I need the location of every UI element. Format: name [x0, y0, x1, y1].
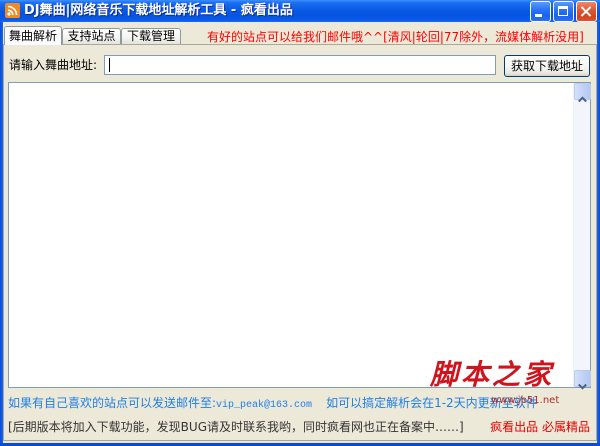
url-field[interactable] — [104, 55, 496, 75]
text-caret — [109, 58, 110, 72]
minimize-button[interactable] — [530, 1, 551, 22]
close-icon — [579, 4, 594, 19]
maximize-icon — [558, 6, 568, 16]
result-textarea[interactable] — [9, 83, 573, 387]
status-slogan: 疯看出品 必属精品 — [490, 420, 590, 434]
rss-icon — [5, 3, 20, 18]
notice-text: 有好的站点可以给我们邮件哦^^[清风|轮回|77除外，流媒体解析没用] — [207, 30, 584, 44]
contact-email: vip_peak@163.com — [216, 400, 313, 411]
tab-supported-sites[interactable]: 支持站点 — [62, 28, 121, 44]
tab-dance-parse[interactable]: 舞曲解析 — [4, 26, 62, 45]
window-title: DJ舞曲|网络音乐下载地址解析工具 - 疯看出品 — [24, 3, 293, 18]
scroll-up-button[interactable] — [574, 83, 591, 103]
contact-info: 如果有自己喜欢的站点可以发送邮件至:vip_peak@163.com 如可以搞定… — [8, 396, 538, 413]
title-bar[interactable]: DJ舞曲|网络音乐下载地址解析工具 - 疯看出品 — [0, 0, 600, 22]
status-message: [后期版本将加入下载功能，发现BUG请及时联系我哟，同时疯看网也正在备案中……] — [8, 420, 464, 434]
app-window: DJ舞曲|网络音乐下载地址解析工具 - 疯看出品 舞曲解析 支持站点 下载管理 … — [0, 0, 600, 446]
scroll-down-arrow-icon — [578, 375, 587, 390]
minimize-icon — [535, 14, 542, 17]
get-download-url-button[interactable]: 获取下载地址 — [504, 55, 590, 77]
contact-update-note: 如可以搞定解析会在1-2天内更新至软件 — [326, 396, 538, 410]
scroll-up-arrow-icon — [578, 88, 587, 103]
tab-download-manager[interactable]: 下载管理 — [121, 28, 181, 44]
url-input[interactable] — [104, 55, 496, 75]
contact-email-prompt: 如果有自己喜欢的站点可以发送邮件至: — [8, 396, 217, 410]
maximize-button[interactable] — [553, 1, 574, 22]
scroll-down-button[interactable] — [574, 370, 591, 390]
contact-email-line: 如果有自己喜欢的站点可以发送邮件至:vip_peak@163.com — [8, 396, 312, 413]
result-box — [8, 82, 591, 390]
tab-panel: 请输入舞曲地址: 获取下载地址 如果有自己喜欢的站点可以发送邮件至:vip_pe… — [3, 44, 597, 441]
close-button[interactable] — [576, 1, 597, 22]
url-label: 请输入舞曲地址: — [9, 58, 98, 72]
vertical-scrollbar[interactable] — [573, 83, 591, 390]
